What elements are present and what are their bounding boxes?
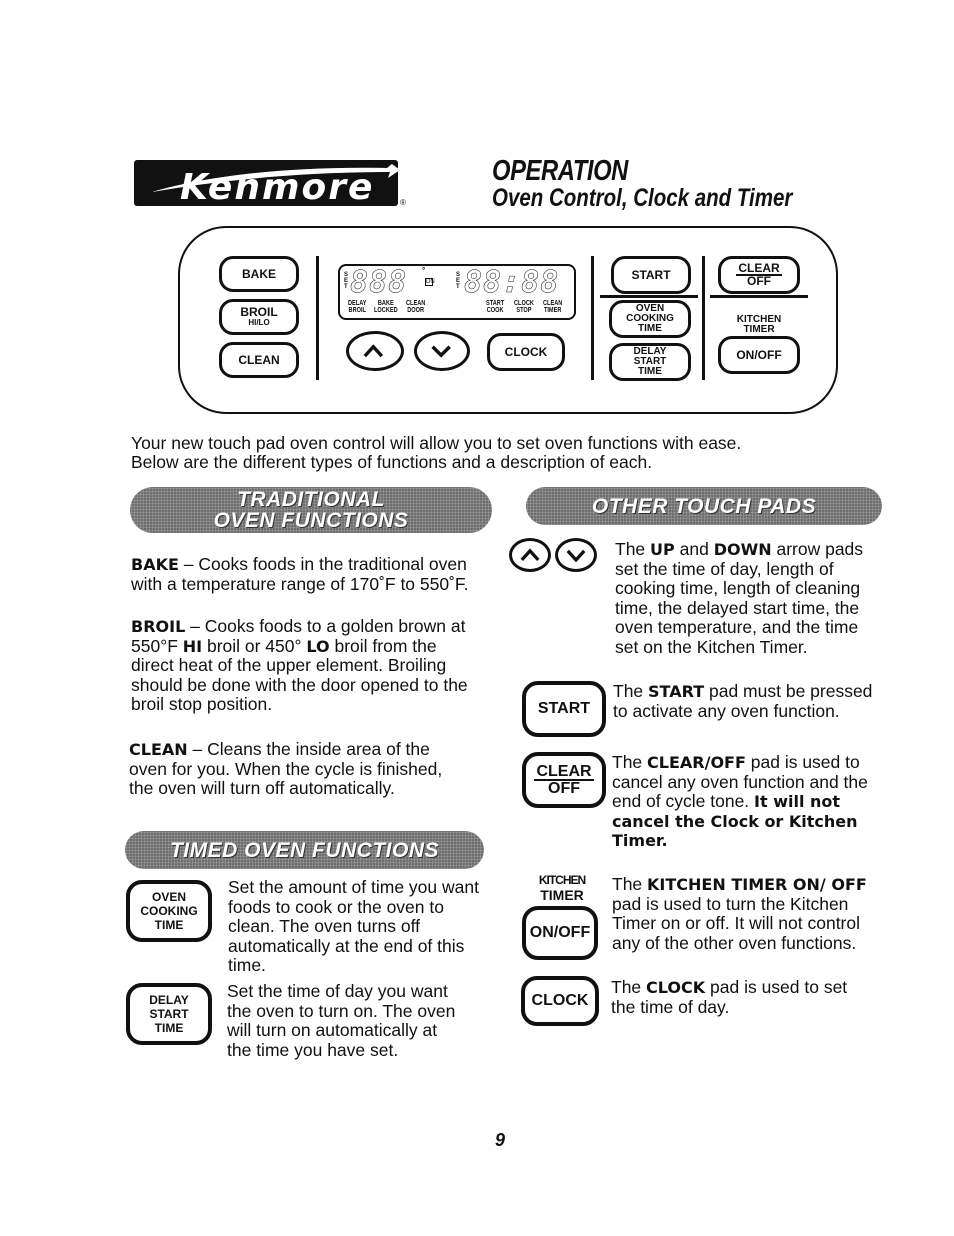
panel-divider (702, 256, 705, 380)
down-arrow-pad[interactable] (414, 331, 470, 371)
brand-name: Kenmore (180, 167, 375, 206)
bake-pad[interactable]: BAKE (219, 256, 299, 292)
lcd-label-clean-timer: CLEAN TIMER (543, 300, 563, 314)
lcd-label-clock-stop: CLOCK STOP (514, 300, 534, 314)
up-down-description: The UP and DOWN arrow pads set the time … (615, 539, 864, 657)
start-pad[interactable]: START (611, 256, 691, 294)
clock-pad[interactable]: CLOCK (487, 333, 565, 371)
up-arrow-pad[interactable] (346, 331, 404, 371)
traditional-functions-banner: TRADITIONAL OVEN FUNCTIONS (130, 487, 492, 533)
clean-pad[interactable]: CLEAN (219, 342, 299, 378)
down-arrow-illustration (555, 538, 597, 572)
kenmore-logo: Kenmore (134, 160, 398, 206)
on-off-label: ON/OFF (736, 347, 782, 362)
panel-divider (600, 295, 698, 298)
off-label: OFF (747, 274, 771, 288)
dn-indicator: DN (425, 278, 435, 286)
page-number: 9 (495, 1130, 506, 1150)
lcd-label-start-cook: START COOK (486, 300, 505, 314)
kitchen-timer-label-illustration: KITCHEN TIMER (538, 873, 586, 903)
broil-description: BROIL – Cooks foods to a golden brown at… (131, 616, 468, 715)
panel-divider (591, 256, 594, 380)
panel-divider (710, 295, 808, 298)
bake-pad-label: BAKE (241, 266, 276, 281)
on-off-pad-illustration: ON/OFF (522, 906, 598, 960)
kitchen-timer-label: KITCHEN TIMER (736, 314, 782, 335)
clean-pad-label: CLEAN (238, 352, 280, 367)
panel-divider (316, 256, 319, 380)
bake-description: BAKE – Cooks foods in the traditional ov… (131, 554, 469, 594)
degree-indicator: ° (422, 266, 426, 275)
start-pad-label: START (631, 267, 671, 282)
clear-off-pad-illustration: CLEAR OFF (522, 752, 606, 808)
clock-pad-label: CLOCK (504, 344, 548, 359)
clear-off-pad[interactable]: CLEAR OFF (718, 256, 800, 294)
kitchen-timer-description: The KITCHEN TIMER ON/ OFF pad is used to… (612, 874, 867, 953)
clear-off-description: The CLEAR/OFF pad is used to cancel any … (612, 752, 868, 851)
clean-description: CLEAN – Cleans the inside area of the ov… (129, 739, 443, 799)
intro-paragraph: Your new touch pad oven control will all… (131, 433, 742, 472)
temperature-digits: 888 (350, 265, 408, 300)
clock-pad-illustration: CLOCK (521, 976, 599, 1026)
lcd-label-clean-door: CLEAN DOOR (406, 300, 426, 314)
down-arrow-icon (431, 345, 451, 358)
other-touch-pads-banner: OTHER TOUCH PADS (526, 487, 882, 525)
broil-pad-label: BROIL (240, 305, 278, 319)
time-digits: 88:88 (464, 265, 560, 300)
broil-pad-sublabel: HI/LO (248, 318, 270, 327)
lcd-label-bake-locked: BAKE LOCKED (374, 300, 398, 314)
lcd-display: SET 888 ° DN SET 88:88 DELAY BROIL BAKE LO… (338, 264, 576, 320)
delay-start-time-pad-illustration: DELAY START TIME (126, 983, 212, 1045)
down-arrow-icon (566, 549, 586, 563)
oven-cooking-time-description: Set the amount of time you want foods to… (228, 877, 479, 976)
kitchen-timer-on-off-pad[interactable]: ON/OFF (718, 336, 800, 374)
lcd-label-delay-broil: DELAY BROIL (348, 300, 367, 314)
delay-start-time-pad[interactable]: DELAY START TIME (609, 343, 691, 381)
registered-mark: ® (400, 198, 406, 207)
page-subtitle: Oven Control, Clock and Timer (492, 184, 793, 212)
up-arrow-icon (363, 344, 384, 358)
start-description: The START pad must be pressed to activat… (613, 681, 873, 721)
oven-cooking-time-pad-illustration: OVEN COOKING TIME (126, 880, 212, 942)
broil-pad[interactable]: BROIL HI/LO (219, 299, 299, 335)
delay-start-time-description: Set the time of day you want the oven to… (227, 981, 456, 1060)
clock-description: The CLOCK pad is used to set the time of… (611, 977, 848, 1017)
start-pad-illustration: START (522, 681, 606, 737)
up-arrow-illustration (509, 538, 551, 572)
set-indicator-time: SET (456, 272, 461, 290)
timed-functions-banner: TIMED OVEN FUNCTIONS (125, 831, 484, 869)
up-arrow-icon (520, 548, 540, 562)
oven-cooking-time-pad[interactable]: OVEN COOKING TIME (609, 300, 691, 338)
